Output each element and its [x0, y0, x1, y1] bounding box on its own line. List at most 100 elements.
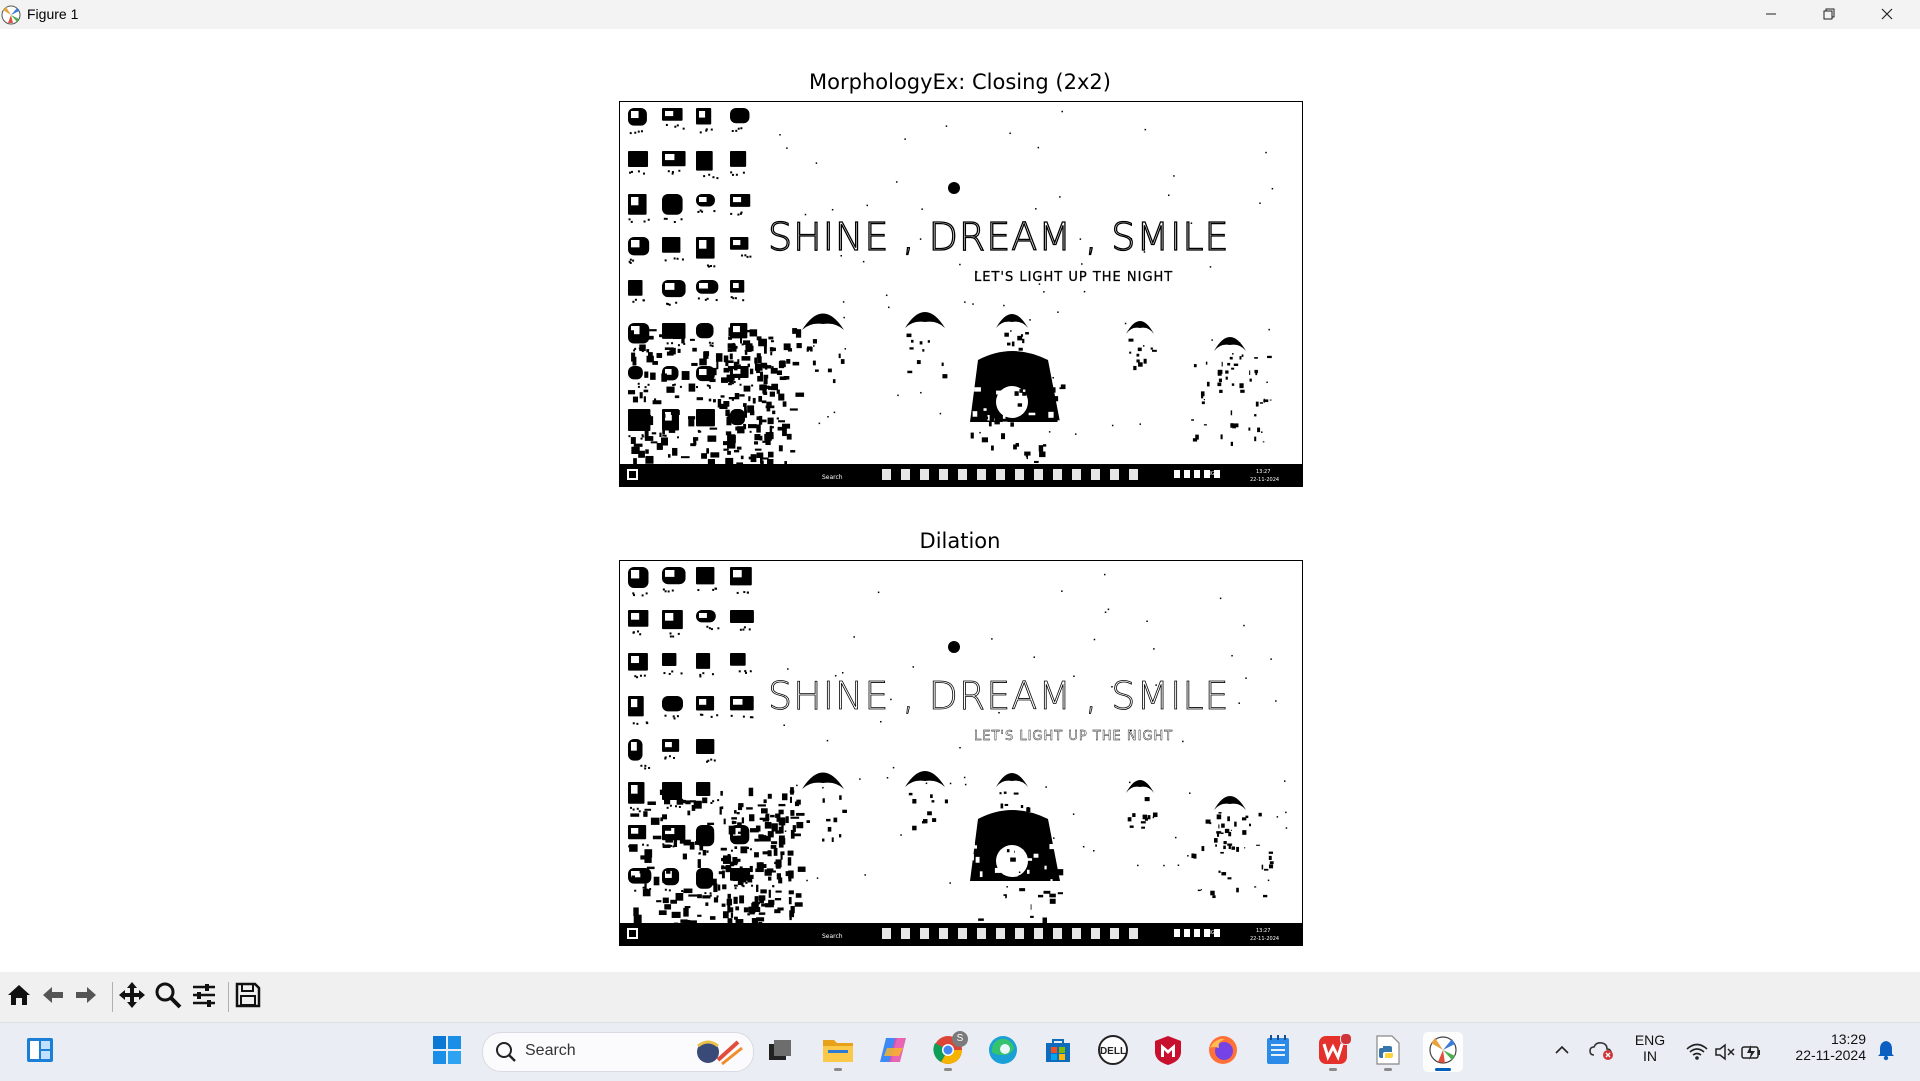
active-indicator: [1435, 1068, 1451, 1071]
volume-muted-icon: [1714, 1042, 1736, 1066]
zoom-button[interactable]: [153, 982, 183, 1012]
running-indicator: [1384, 1068, 1392, 1071]
notification-badge: [1340, 1033, 1352, 1045]
widgets-icon: [24, 1034, 56, 1070]
show-hidden-icons-button[interactable]: [1542, 1032, 1582, 1072]
inner-lang-label: ENG: [1204, 930, 1215, 936]
region-label: IN: [1643, 1048, 1657, 1064]
forward-icon: [73, 982, 99, 1012]
figure-canvas[interactable]: MorphologyEx: Closing (2x2) SHINE , DREA…: [0, 29, 1920, 972]
firefox-icon: [1207, 1034, 1239, 1070]
taskbar-app-file-explorer[interactable]: [818, 1032, 858, 1072]
close-button[interactable]: [1858, 0, 1916, 29]
svg-text:DELL: DELL: [1100, 1046, 1126, 1057]
home-icon: [6, 982, 32, 1012]
pan-icon: [118, 981, 146, 1013]
cloud-error-icon: [1589, 1039, 1615, 1065]
matplotlib-icon: [1427, 1034, 1459, 1070]
inner-time-label: 13:27: [1256, 928, 1270, 934]
running-indicator: [944, 1068, 952, 1071]
notifications-button[interactable]: [1868, 1032, 1904, 1072]
dell-icon: DELL: [1097, 1034, 1129, 1070]
toolbar-separator: [228, 982, 229, 1012]
battery-charging-icon: [1740, 1041, 1762, 1067]
mcafee-icon: [1153, 1034, 1183, 1070]
close-icon: [1881, 5, 1893, 24]
inner-taskbar-strip: Search ENG 13:27 22-11-2024: [620, 923, 1302, 945]
bell-icon: [1876, 1039, 1896, 1065]
search-placeholder: Search: [525, 1042, 576, 1059]
inner-taskbar-strip: Search ENG 13:27 22-11-2024: [620, 464, 1302, 486]
configure-subplots-icon: [190, 981, 218, 1013]
chrome-profile-badge: S: [952, 1031, 968, 1047]
taskbar-app-copilot[interactable]: [873, 1032, 913, 1072]
inner-date-label: 22-11-2024: [1250, 936, 1279, 942]
restore-icon: [1823, 5, 1835, 24]
wallpaper-banner-text: SHINE , DREAM , SMILE: [768, 674, 1230, 718]
minimize-button[interactable]: [1742, 0, 1800, 29]
wallpaper-subtitle-text: LET'S LIGHT UP THE NIGHT: [974, 729, 1173, 744]
inner-date-label: 22-11-2024: [1250, 477, 1279, 483]
search-icon: [495, 1041, 517, 1067]
taskbar-app-wps-office[interactable]: [1313, 1032, 1353, 1072]
configure-subplots-button[interactable]: [189, 982, 219, 1012]
pan-button[interactable]: [117, 982, 147, 1012]
start-button[interactable]: [427, 1032, 467, 1072]
taskbar-app-notepad[interactable]: [1258, 1032, 1298, 1072]
taskbar-app-microsoft-store[interactable]: [1038, 1032, 1078, 1072]
home-button[interactable]: [4, 982, 34, 1012]
back-button[interactable]: [38, 982, 68, 1012]
taskbar-app-edge[interactable]: [983, 1032, 1023, 1072]
inner-search-label: Search: [822, 474, 843, 481]
inner-lang-label: ENG: [1204, 471, 1215, 477]
toolbar-separator: [112, 982, 113, 1012]
inner-search-label: Search: [822, 933, 843, 940]
taskbar-app-firefox[interactable]: [1203, 1032, 1243, 1072]
search-highlight-icon: [688, 1036, 746, 1072]
onedrive-status-button[interactable]: [1582, 1032, 1622, 1072]
input-language-indicator[interactable]: ENG IN: [1628, 1032, 1672, 1064]
widgets-button[interactable]: [20, 1032, 60, 1072]
closing-image-axes[interactable]: SHINE , DREAM , SMILE LET'S LIGHT UP THE …: [619, 101, 1303, 487]
task-view-icon: [766, 1036, 794, 1068]
wifi-icon: [1686, 1042, 1708, 1066]
dilation-image-axes[interactable]: SHINE , DREAM , SMILE LET'S LIGHT UP THE …: [619, 560, 1303, 946]
inner-time-label: 13:27: [1256, 469, 1270, 475]
save-icon: [234, 981, 262, 1013]
taskbar-app-dell[interactable]: DELL: [1093, 1032, 1133, 1072]
taskbar-app-python[interactable]: [1368, 1032, 1408, 1072]
wallpaper-banner-text: SHINE , DREAM , SMILE: [768, 215, 1230, 259]
clock-date: 22-11-2024: [1795, 1047, 1866, 1063]
minimize-icon: [1765, 5, 1777, 24]
subplot-title-dilation: Dilation: [919, 529, 1001, 553]
maximize-button[interactable]: [1800, 0, 1858, 29]
taskbar-app-matplotlib[interactable]: [1423, 1032, 1463, 1072]
window-title-bar: Figure 1: [0, 0, 1920, 29]
clock[interactable]: 13:29 22-11-2024: [1778, 1031, 1866, 1063]
microsoft-store-icon: [1043, 1035, 1073, 1069]
binarized-desktop-image: SHINE , DREAM , SMILE LET'S LIGHT UP THE …: [620, 561, 1302, 945]
taskbar-app-mcafee[interactable]: [1148, 1032, 1188, 1072]
copilot-icon: [877, 1034, 909, 1070]
taskbar-app-chrome[interactable]: S: [928, 1031, 968, 1072]
chevron-up-icon: [1554, 1042, 1570, 1062]
moon-blob: [948, 182, 960, 194]
binarized-desktop-image: SHINE , DREAM , SMILE LET'S LIGHT UP THE …: [620, 102, 1302, 486]
taskbar-search-box[interactable]: Search: [482, 1032, 754, 1072]
task-view-button[interactable]: [760, 1032, 800, 1072]
notepad-icon: [1264, 1034, 1292, 1070]
wallpaper-subtitle-text: LET'S LIGHT UP THE NIGHT: [974, 270, 1173, 285]
window-title: Figure 1: [27, 6, 79, 22]
moon-blob: [948, 641, 960, 653]
matplotlib-toolbar: [0, 972, 1920, 1022]
clock-time: 13:29: [1830, 1031, 1866, 1047]
subplot-title-closing: MorphologyEx: Closing (2x2): [809, 70, 1111, 94]
running-indicator: [834, 1068, 842, 1071]
language-label: ENG: [1634, 1032, 1666, 1048]
edge-icon: [987, 1034, 1019, 1070]
forward-button[interactable]: [71, 982, 101, 1012]
save-button[interactable]: [233, 982, 263, 1012]
quick-settings-button[interactable]: [1676, 1032, 1766, 1072]
python-file-icon: [1373, 1034, 1403, 1070]
matplotlib-icon: [0, 4, 22, 26]
